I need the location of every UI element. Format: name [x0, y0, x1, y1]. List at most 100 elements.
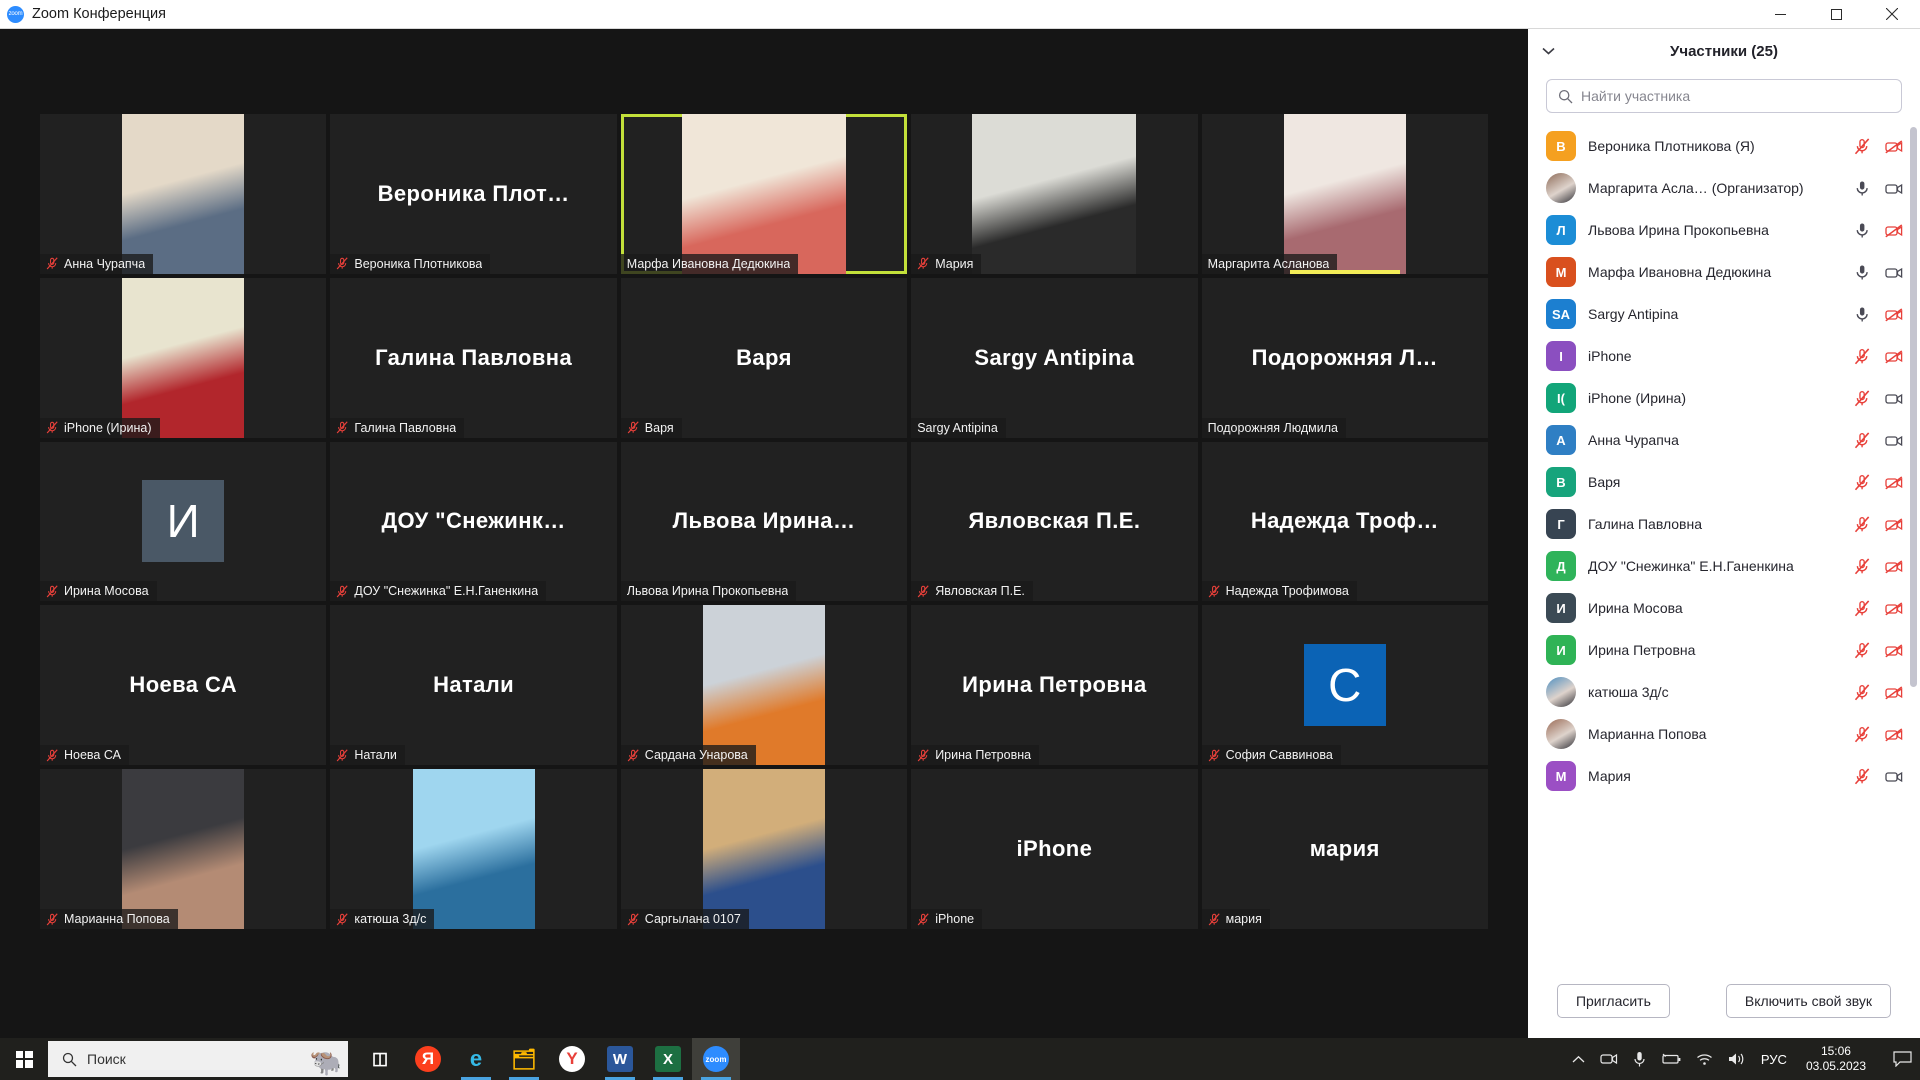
maximize-button[interactable]	[1808, 0, 1864, 29]
camera-off-icon[interactable]	[1885, 684, 1903, 701]
participant-row[interactable]: В Вероника Плотникова (Я)	[1528, 125, 1920, 167]
video-tile[interactable]: Ирина Петровна Ирина Петровна	[911, 605, 1198, 766]
camera-off-icon[interactable]	[1885, 600, 1903, 617]
participants-scrollbar[interactable]	[1910, 127, 1917, 687]
participant-row[interactable]: И Ирина Мосова	[1528, 587, 1920, 629]
windows-start-icon[interactable]	[0, 1038, 48, 1080]
participant-row[interactable]: SA Sargy Antipina	[1528, 293, 1920, 335]
video-tile[interactable]: Ноева СА Ноева СА	[40, 605, 327, 766]
camera-on-icon[interactable]	[1885, 264, 1903, 281]
video-tile[interactable]: iPhone iPhone	[911, 769, 1198, 929]
participant-row[interactable]: Г Галина Павловна	[1528, 503, 1920, 545]
notification-icon[interactable]	[1893, 1051, 1912, 1067]
camera-on-icon[interactable]	[1885, 432, 1903, 449]
camera-off-icon[interactable]	[1885, 642, 1903, 659]
video-tile[interactable]: Сардана Унарова	[620, 605, 908, 766]
video-tile[interactable]: Явловская П.Е. Явловская П.Е.	[911, 441, 1198, 602]
video-tile[interactable]: Мария	[911, 114, 1198, 274]
video-tile[interactable]: мария мария	[1201, 769, 1488, 929]
invite-button[interactable]: Пригласить	[1556, 984, 1670, 1018]
mic-muted-icon[interactable]	[1854, 599, 1871, 617]
mic-on-icon[interactable]	[1854, 222, 1871, 239]
mic-muted-icon[interactable]	[1854, 767, 1871, 785]
search-input[interactable]	[1581, 88, 1890, 104]
participant-row[interactable]: А Анна Чурапча	[1528, 419, 1920, 461]
camera-off-icon[interactable]	[1885, 348, 1903, 365]
video-tile[interactable]: Подорожняя Л… Подорожняя Людмила	[1201, 277, 1488, 438]
mic-muted-icon[interactable]	[1854, 389, 1871, 407]
yandex-browser-icon[interactable]: Я	[404, 1038, 452, 1080]
microsoft-word-icon[interactable]: W	[596, 1038, 644, 1080]
participant-row[interactable]: I(iPhone (Ирина)	[1528, 377, 1920, 419]
participant-row[interactable]: Д ДОУ "Снежинка" Е.Н.Ганенкина	[1528, 545, 1920, 587]
video-tile[interactable]: Марианна Попова	[40, 769, 327, 929]
mic-muted-icon[interactable]	[1854, 683, 1871, 701]
camera-off-icon[interactable]	[1885, 558, 1903, 575]
yandex-icon[interactable]: Y	[548, 1038, 596, 1080]
camera-on-icon[interactable]	[1885, 180, 1903, 197]
volume-icon[interactable]	[1728, 1052, 1746, 1066]
chevron-down-icon[interactable]	[1538, 41, 1558, 61]
taskbar-clock[interactable]: 15:06 03.05.2023	[1806, 1044, 1866, 1074]
camera-off-icon[interactable]	[1885, 516, 1903, 533]
mic-muted-icon[interactable]	[1854, 347, 1871, 365]
camera-on-icon[interactable]	[1885, 390, 1903, 407]
battery-icon[interactable]	[1661, 1053, 1681, 1065]
video-tile[interactable]: И Ирина Мосова	[40, 441, 327, 602]
zoom-icon[interactable]: zoom	[692, 1038, 740, 1080]
participant-row[interactable]: М Марфа Ивановна Дедюкина	[1528, 251, 1920, 293]
video-tile[interactable]: Вероника Плот… Вероника Плотникова	[330, 114, 617, 274]
mic-on-icon[interactable]	[1854, 306, 1871, 323]
camera-off-icon[interactable]	[1885, 474, 1903, 491]
video-tile[interactable]: катюша 3д/с	[330, 769, 617, 929]
mic-muted-icon[interactable]	[1854, 515, 1871, 533]
participants-list[interactable]: В Вероника Плотникова (Я) Маргарита Асла… …	[1528, 125, 1920, 964]
video-tile[interactable]: Саргылана 0107	[620, 769, 908, 929]
participant-row[interactable]: Л Львова Ирина Прокопьевна	[1528, 209, 1920, 251]
participant-row[interactable]: IiPhone	[1528, 335, 1920, 377]
mic-muted-icon[interactable]	[1854, 473, 1871, 491]
participant-row[interactable]: катюша 3д/с	[1528, 671, 1920, 713]
camera-off-icon[interactable]	[1885, 222, 1903, 239]
mic-muted-icon[interactable]	[1854, 725, 1871, 743]
participant-row[interactable]: Маргарита Асла… (Организатор)	[1528, 167, 1920, 209]
close-button[interactable]	[1864, 0, 1920, 29]
video-tile[interactable]: Натали Натали	[330, 605, 617, 766]
mic-muted-icon[interactable]	[1854, 641, 1871, 659]
mic-muted-icon[interactable]	[1854, 431, 1871, 449]
participant-row[interactable]: И Ирина Петровна	[1528, 629, 1920, 671]
mic-muted-icon[interactable]	[1854, 137, 1871, 155]
unmute-button[interactable]: Включить свой звук	[1725, 984, 1892, 1018]
taskbar-search[interactable]: Поиск 🐃	[48, 1041, 348, 1077]
mic-on-icon[interactable]	[1854, 264, 1871, 281]
wifi-icon[interactable]	[1696, 1053, 1713, 1066]
camera-off-icon[interactable]	[1885, 726, 1903, 743]
camera-icon[interactable]	[1600, 1052, 1618, 1066]
microphone-icon[interactable]	[1633, 1051, 1646, 1068]
video-tile[interactable]: ДОУ "Снежинк… ДОУ "Снежинка" Е.Н.Ганенкин…	[330, 441, 617, 602]
chevron-up-icon[interactable]	[1572, 1055, 1585, 1064]
microsoft-edge-icon[interactable]: e	[452, 1038, 500, 1080]
video-tile[interactable]: Анна Чурапча	[40, 114, 327, 274]
language-indicator[interactable]: РУС	[1761, 1052, 1787, 1067]
microsoft-excel-icon[interactable]: X	[644, 1038, 692, 1080]
video-tile[interactable]: Надежда Троф… Надежда Трофимова	[1201, 441, 1488, 602]
search-box[interactable]	[1546, 79, 1902, 113]
camera-off-icon[interactable]	[1885, 306, 1903, 323]
participant-row[interactable]: М Мария	[1528, 755, 1920, 797]
video-tile[interactable]: iPhone (Ирина)	[40, 277, 327, 438]
camera-off-icon[interactable]	[1885, 138, 1903, 155]
participant-row[interactable]: В Варя	[1528, 461, 1920, 503]
mic-on-icon[interactable]	[1854, 180, 1871, 197]
video-tile[interactable]: Маргарита Асланова	[1201, 114, 1488, 274]
video-tile[interactable]: Галина Павловна Галина Павловна	[330, 277, 617, 438]
video-tile[interactable]: Львова Ирина… Львова Ирина Прокопьевна	[620, 441, 908, 602]
mic-muted-icon[interactable]	[1854, 557, 1871, 575]
task-view-icon[interactable]: ◫	[356, 1038, 404, 1080]
minimize-button[interactable]	[1752, 0, 1808, 29]
video-tile[interactable]: Sargy Antipina Sargy Antipina	[911, 277, 1198, 438]
camera-on-icon[interactable]	[1885, 768, 1903, 785]
video-tile[interactable]: Марфа Ивановна Дедюкина	[620, 114, 908, 274]
participant-row[interactable]: Марианна Попова	[1528, 713, 1920, 755]
video-tile[interactable]: Варя Варя	[620, 277, 908, 438]
